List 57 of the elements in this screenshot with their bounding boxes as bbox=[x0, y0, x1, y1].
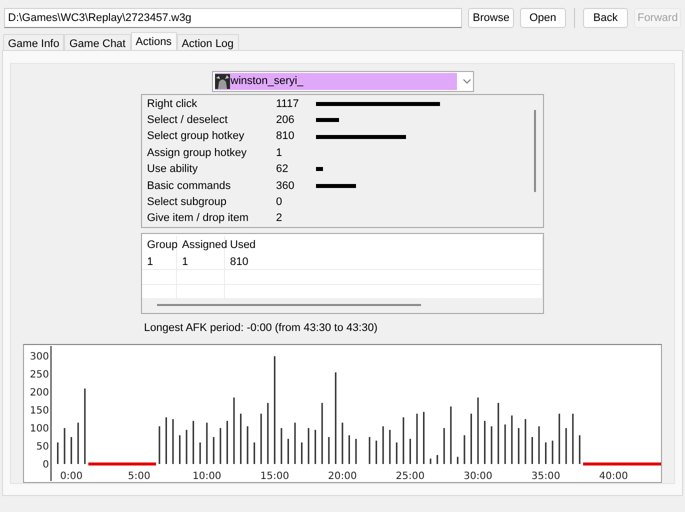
x-tick-label: 5:00 bbox=[128, 471, 150, 482]
scrollbar[interactable] bbox=[534, 110, 536, 192]
table-cell-text: 1 bbox=[182, 254, 188, 270]
action-count: 206 bbox=[276, 114, 294, 126]
y-tick-label: 300 bbox=[30, 352, 49, 363]
toolbar-button[interactable]: Browse bbox=[468, 8, 514, 28]
player-name: winston_seryi_ bbox=[230, 74, 304, 90]
scrollbar[interactable] bbox=[157, 304, 421, 306]
x-tick-label: 25:00 bbox=[396, 471, 425, 482]
x-tick-label: 0:00 bbox=[60, 471, 83, 482]
action-name: Give item / drop item bbox=[147, 211, 250, 226]
column-header[interactable]: Used bbox=[225, 236, 543, 255]
table-cell-text: 1 bbox=[147, 254, 154, 270]
y-tick-label: 50 bbox=[36, 442, 49, 453]
tab[interactable]: Action Log bbox=[176, 34, 239, 50]
action-count: 1 bbox=[276, 146, 282, 159]
chevron-down-icon bbox=[462, 78, 470, 84]
y-tick-label: 250 bbox=[30, 370, 49, 381]
player-dropdown[interactable]: winston_seryi_ bbox=[212, 71, 474, 92]
path-field[interactable]: D:\Games\WC3\Replay\2723457.w3g bbox=[4, 8, 462, 28]
action-name: Use ability bbox=[147, 162, 199, 178]
action-name: Select subgroup bbox=[147, 194, 228, 210]
x-tick-label: 10:00 bbox=[192, 471, 222, 482]
x-tick-label: 40:00 bbox=[599, 471, 628, 482]
action-count: 810 bbox=[276, 130, 294, 142]
action-name: Basic commands bbox=[147, 178, 232, 194]
count-bar bbox=[316, 167, 323, 172]
unit-portrait-icon bbox=[214, 74, 230, 89]
count-bar bbox=[316, 118, 339, 122]
action-name: Select / deselect bbox=[147, 113, 229, 128]
toolbar-button[interactable]: Back bbox=[582, 8, 628, 28]
x-tick-label: 20:00 bbox=[328, 471, 357, 482]
action-count: 360 bbox=[276, 180, 294, 192]
action-name: Right click bbox=[147, 96, 198, 112]
action-name: Select group hotkey bbox=[147, 129, 246, 144]
afk-period-text: Longest AFK period: -0:00 (from 43:30 to 43:30) bbox=[144, 322, 378, 334]
action-count: 62 bbox=[276, 163, 288, 176]
action-count: 2 bbox=[276, 212, 282, 224]
action-count: 0 bbox=[276, 196, 282, 208]
x-tick-label: 15:00 bbox=[260, 471, 290, 482]
column-header[interactable]: Assigned bbox=[177, 236, 225, 255]
toolbar-button[interactable]: Open bbox=[520, 8, 566, 28]
table-cell-text: 810 bbox=[230, 254, 248, 270]
x-tick-label: 35:00 bbox=[531, 471, 560, 482]
count-bar bbox=[316, 184, 356, 188]
y-tick-label: 0 bbox=[42, 460, 49, 470]
tab[interactable]: Actions bbox=[130, 32, 177, 50]
zero-activity-line bbox=[88, 462, 156, 466]
column-header[interactable]: Group bbox=[142, 236, 177, 255]
tab[interactable]: Game Chat bbox=[64, 34, 131, 50]
y-tick-label: 150 bbox=[30, 406, 49, 417]
action-name: Assign group hotkey bbox=[147, 146, 248, 161]
tab[interactable]: Game Info bbox=[3, 34, 64, 50]
x-tick-label: 30:00 bbox=[464, 471, 492, 482]
y-tick-label: 100 bbox=[30, 424, 49, 435]
y-tick-label: 200 bbox=[30, 388, 49, 399]
action-count: 1117 bbox=[276, 98, 299, 110]
